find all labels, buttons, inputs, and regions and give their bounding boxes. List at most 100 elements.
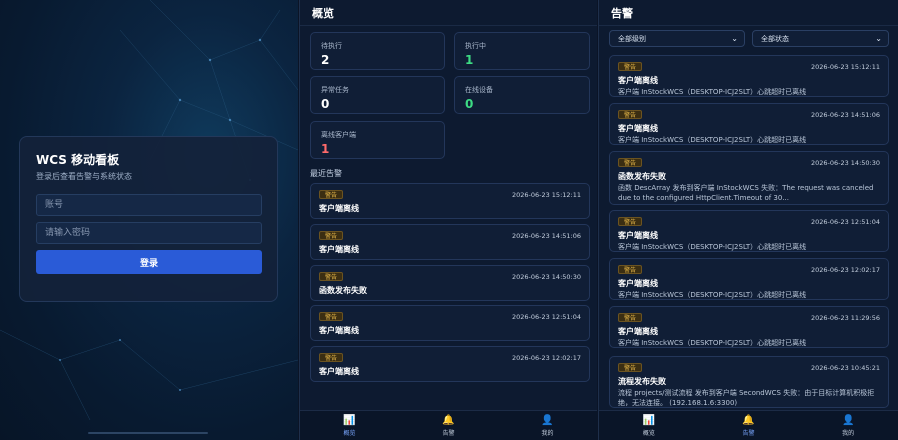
alert-item[interactable]: 警告 2026-06-23 15:12:11 客户端离线 客户端 InStock… (609, 55, 889, 97)
warning-badge: 警告 (618, 217, 643, 226)
alert-title: 客户端离线 (618, 124, 658, 133)
warning-badge: 警告 (319, 272, 344, 281)
recent-alert-item[interactable]: 警告 2026-06-23 14:51:06 客户端离线 (310, 224, 590, 260)
stat-value: 1 (465, 53, 474, 67)
warning-badge: 警告 (319, 312, 344, 321)
bottom-tab-bar: 📊 概览 🔔 告警 👤 我的 (599, 410, 898, 440)
recent-alert-item[interactable]: 警告 2026-06-23 14:50:30 函数发布失败 (310, 265, 590, 301)
alert-title: 函数发布失败 (618, 172, 666, 181)
level-filter-value: 全部级别 (618, 34, 646, 43)
tab-label: 我的 (541, 429, 554, 437)
warning-badge: 警告 (319, 190, 344, 199)
alert-time: 2026-06-23 11:29:56 (810, 314, 880, 322)
login-title: WCS 移动看板 (36, 153, 120, 167)
overview-header: 概览 (300, 0, 597, 26)
tab-label: 告警 (442, 429, 455, 437)
stat-value: 2 (321, 53, 330, 67)
alert-item[interactable]: 警告 2026-06-23 14:50:30 函数发布失败 函数 DescArr… (609, 151, 889, 205)
username-input[interactable] (36, 194, 262, 216)
tab-overview[interactable]: 📊 概览 (599, 411, 699, 440)
alert-description: 客户端 InStockWCS（DESKTOP-ICJ2SLT）心跳超时已离线 (618, 136, 807, 144)
alert-item[interactable]: 警告 2026-06-23 11:29:56 客户端离线 客户端 InStock… (609, 306, 889, 348)
recent-alerts-title: 最近告警 (310, 169, 342, 178)
alert-title: 客户端离线 (618, 327, 658, 336)
chevron-down-icon: ⌄ (875, 34, 882, 43)
user-icon: 👤 (841, 414, 855, 426)
status-filter-select[interactable]: 全部状态 ⌄ (752, 30, 889, 47)
alerts-screen: 告警 全部级别 ⌄ 全部状态 ⌄ 警告 2026-06-23 15:12:11 … (598, 0, 898, 440)
login-button[interactable]: 登录 (36, 250, 262, 274)
tab-label: 告警 (742, 429, 755, 437)
alert-description: 客户端 InStockWCS（DESKTOP-ICJ2SLT）心跳超时已离线 (618, 339, 807, 347)
warning-badge: 警告 (319, 353, 344, 362)
alert-time: 2026-06-23 12:51:04 (511, 313, 581, 321)
tab-profile[interactable]: 👤 我的 (498, 411, 597, 440)
alert-title: 客户端离线 (618, 231, 658, 240)
login-subtitle: 登录后查看告警与系统状态 (36, 172, 132, 181)
alert-description: 客户端 InStockWCS（DESKTOP-ICJ2SLT）心跳超时已离线 (618, 88, 807, 96)
level-filter-select[interactable]: 全部级别 ⌄ (609, 30, 745, 47)
alert-time: 2026-06-23 14:50:30 (511, 273, 581, 281)
alert-title: 客户端离线 (319, 326, 359, 335)
stat-card-running[interactable]: 执行中 1 (454, 32, 590, 70)
alert-title: 客户端离线 (319, 367, 359, 376)
alert-title: 客户端离线 (319, 245, 359, 254)
login-screen: WCS 移动看板 登录后查看告警与系统状态 登录 (0, 0, 298, 440)
recent-alert-item[interactable]: 警告 2026-06-23 15:12:11 客户端离线 (310, 183, 590, 219)
warning-badge: 警告 (618, 313, 643, 322)
stat-card-abnormal[interactable]: 异常任务 0 (310, 76, 445, 114)
alert-time: 2026-06-23 14:50:30 (810, 159, 880, 167)
status-filter-value: 全部状态 (761, 34, 789, 43)
alert-description: 流程 projects/测试流程 发布到客户端 SecondWCS 失败：由于目… (618, 389, 875, 407)
home-indicator (88, 432, 208, 434)
warning-badge: 警告 (618, 110, 643, 119)
bell-icon: 🔔 (742, 414, 755, 426)
alert-title: 客户端离线 (618, 279, 658, 288)
recent-alert-item[interactable]: 警告 2026-06-23 12:51:04 客户端离线 (310, 305, 590, 341)
warning-badge: 警告 (618, 265, 643, 274)
password-input[interactable] (36, 222, 262, 244)
tab-label: 概览 (343, 429, 356, 437)
alert-item[interactable]: 警告 2026-06-23 10:45:21 流程发布失败 流程 project… (609, 356, 889, 408)
stat-label: 执行中 (465, 42, 486, 50)
alert-time: 2026-06-23 15:12:11 (511, 191, 581, 199)
warning-badge: 警告 (618, 158, 643, 167)
recent-alert-item[interactable]: 警告 2026-06-23 12:02:17 客户端离线 (310, 346, 590, 382)
stat-label: 异常任务 (321, 86, 349, 94)
user-icon: 👤 (541, 414, 554, 426)
stat-value: 0 (321, 97, 330, 111)
alert-time: 2026-06-23 15:12:11 (810, 63, 880, 71)
alert-title: 客户端离线 (618, 76, 658, 85)
stat-card-online-devices[interactable]: 在线设备 0 (454, 76, 590, 114)
alert-description: 客户端 InStockWCS（DESKTOP-ICJ2SLT）心跳超时已离线 (618, 291, 807, 299)
login-card: WCS 移动看板 登录后查看告警与系统状态 登录 (19, 136, 278, 302)
stat-value: 1 (321, 142, 330, 156)
alert-time: 2026-06-23 12:02:17 (511, 354, 581, 362)
chart-icon: 📊 (343, 414, 356, 426)
tab-alerts[interactable]: 🔔 告警 (699, 411, 799, 440)
tab-alerts[interactable]: 🔔 告警 (399, 411, 498, 440)
alert-item[interactable]: 警告 2026-06-23 14:51:06 客户端离线 客户端 InStock… (609, 103, 889, 145)
alert-item[interactable]: 警告 2026-06-23 12:51:04 客户端离线 客户端 InStock… (609, 210, 889, 252)
tab-overview[interactable]: 📊 概览 (300, 411, 399, 440)
tab-profile[interactable]: 👤 我的 (798, 411, 898, 440)
alert-description: 函数 DescArray 发布到客户端 InStockWCS 失败：The re… (618, 184, 874, 202)
warning-badge: 警告 (319, 231, 344, 240)
bottom-tab-bar: 📊 概览 🔔 告警 👤 我的 (300, 410, 597, 440)
tab-label: 概览 (642, 429, 655, 437)
alert-title: 流程发布失败 (618, 377, 666, 386)
alert-title: 客户端离线 (319, 204, 359, 213)
chevron-down-icon: ⌄ (731, 34, 738, 43)
alert-description: 客户端 InStockWCS（DESKTOP-ICJ2SLT）心跳超时已离线 (618, 243, 807, 251)
stat-label: 在线设备 (465, 86, 493, 94)
warning-badge: 警告 (618, 62, 643, 71)
alerts-header: 告警 (599, 0, 898, 26)
alert-time: 2026-06-23 12:51:04 (810, 218, 880, 226)
stat-card-pending[interactable]: 待执行 2 (310, 32, 445, 70)
alert-time: 2026-06-23 14:51:06 (810, 111, 880, 119)
alert-item[interactable]: 警告 2026-06-23 12:02:17 客户端离线 客户端 InStock… (609, 258, 889, 300)
stat-value: 0 (465, 97, 474, 111)
stat-card-offline-clients[interactable]: 离线客户端 1 (310, 121, 445, 159)
alert-time: 2026-06-23 10:45:21 (810, 364, 880, 372)
warning-badge: 警告 (618, 363, 643, 372)
